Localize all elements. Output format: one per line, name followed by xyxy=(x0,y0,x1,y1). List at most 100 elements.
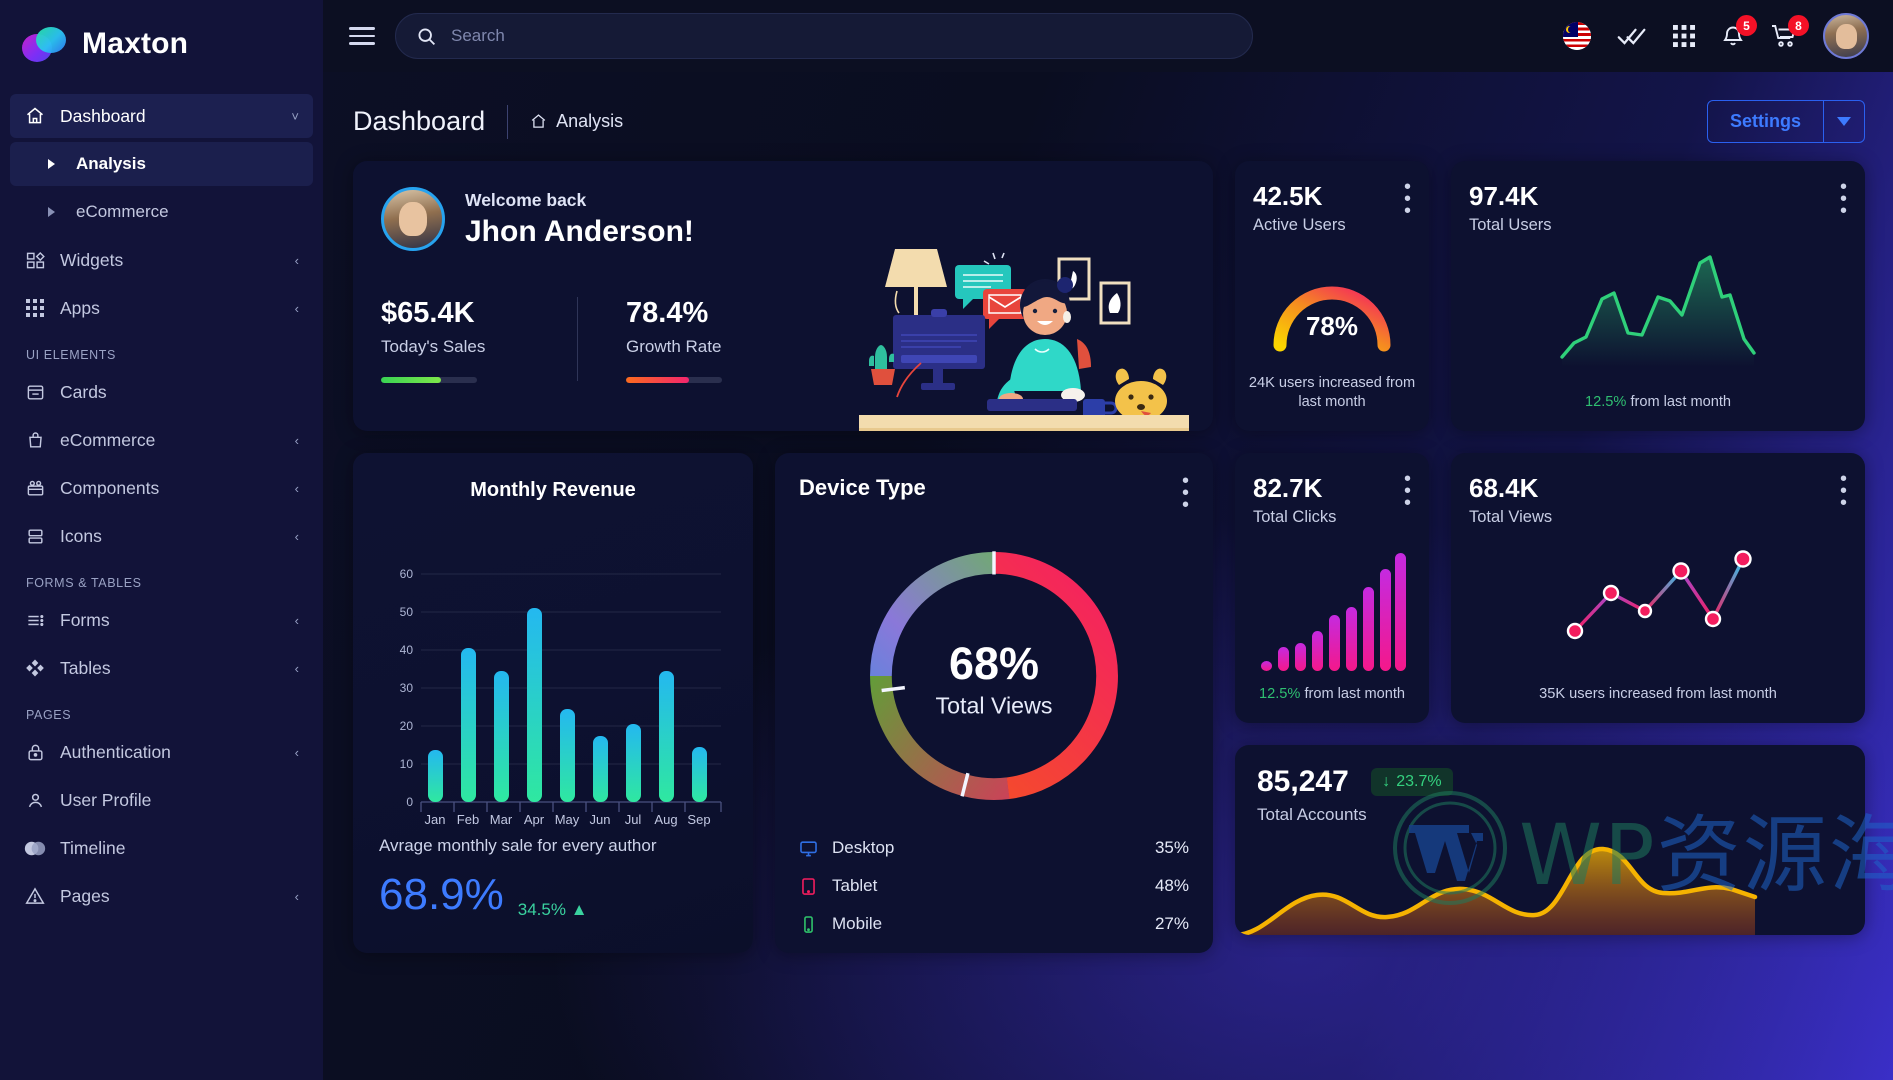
monthly-revenue-card: Monthly Revenue 60 50 40 30 20 10 0 Jan … xyxy=(353,453,753,953)
delta-value: 23.7% xyxy=(1396,773,1442,790)
revenue-delta: 34.5% ▲ xyxy=(517,900,588,919)
hamburger-icon[interactable] xyxy=(349,27,375,45)
breadcrumb: Dashboard Analysis Settings xyxy=(323,72,1893,161)
sidebar-item-tables[interactable]: Tables ‹ xyxy=(10,646,313,690)
svg-text:50: 50 xyxy=(400,605,414,619)
stat-value: 42.5K xyxy=(1253,181,1323,211)
chart-title: Device Type xyxy=(799,475,926,500)
sidebar-item-components[interactable]: Components ‹ xyxy=(10,466,313,510)
main-area: 5 8 Dashboard Analysis Settings xyxy=(323,0,1893,1080)
sidebar-item-pages[interactable]: Pages ‹ xyxy=(10,874,313,918)
topbar: 5 8 xyxy=(323,0,1893,72)
chevron-left-icon[interactable]: ‹ xyxy=(295,889,299,904)
more-vertical-icon[interactable]: • • • xyxy=(1404,177,1411,221)
stat-cards-row-2: 82.7K Total Clicks • • • 12.5% from last… xyxy=(1235,453,1865,723)
sidebar-item-label: Icons xyxy=(60,525,102,546)
malaysia-flag-icon[interactable] xyxy=(1563,22,1591,50)
sidebar-item-ecommerce-sub[interactable]: eCommerce xyxy=(10,190,313,234)
more-vertical-icon[interactable]: • • • xyxy=(1182,471,1189,515)
breadcrumb-divider xyxy=(507,104,509,139)
sidebar-item-forms[interactable]: Forms ‹ xyxy=(10,598,313,642)
svg-text:Jul: Jul xyxy=(625,812,642,827)
timeline-circles-icon xyxy=(24,837,46,859)
widgets-icon xyxy=(24,249,46,271)
chevron-left-icon[interactable]: ‹ xyxy=(295,301,299,316)
total-clicks-bar-chart xyxy=(1261,553,1406,671)
chevron-left-icon[interactable]: ‹ xyxy=(295,481,299,496)
revenue-subtitle: Avrage monthly sale for every author xyxy=(379,836,657,855)
svg-text:0: 0 xyxy=(406,795,413,809)
woman-at-desk-illustration-icon xyxy=(859,231,1189,431)
sidebar-item-label: User Profile xyxy=(60,789,152,810)
svg-text:May: May xyxy=(555,812,580,827)
sidebar-item-authentication[interactable]: Authentication ‹ xyxy=(10,730,313,774)
sidebar-item-apps[interactable]: Apps ‹ xyxy=(10,286,313,330)
device-legend: Desktop 35% Tablet 48% Mobile 27% xyxy=(799,829,1189,943)
svg-text:Apr: Apr xyxy=(524,812,545,827)
sidebar-item-label: Widgets xyxy=(60,249,124,270)
brand-name: Maxton xyxy=(82,27,189,60)
caret-right-icon xyxy=(40,201,62,223)
chevron-left-icon[interactable]: ‹ xyxy=(295,433,299,448)
chart-title: Monthly Revenue xyxy=(470,479,636,501)
stat-todays-sales: $65.4K Today's Sales xyxy=(381,297,577,383)
svg-text:Total Views: Total Views xyxy=(936,693,1053,719)
more-vertical-icon[interactable]: • • • xyxy=(1840,177,1847,221)
chevron-left-icon[interactable]: ‹ xyxy=(295,745,299,760)
sidebar-caption-pages: PAGES xyxy=(26,708,72,722)
sidebar-item-timeline[interactable]: Timeline xyxy=(10,826,313,870)
double-check-icon[interactable] xyxy=(1617,25,1647,47)
chart-row: Monthly Revenue 60 50 40 30 20 10 0 Jan … xyxy=(353,453,1213,953)
sidebar-item-ecommerce[interactable]: eCommerce ‹ xyxy=(10,418,313,462)
chevron-left-icon[interactable]: ‹ xyxy=(295,661,299,676)
chevron-left-icon[interactable]: ‹ xyxy=(295,529,299,544)
sidebar: Maxton Dashboard ˅ Analysis eCommerce Wi… xyxy=(0,0,323,1080)
chevron-left-icon[interactable]: ‹ xyxy=(295,613,299,628)
sidebar-item-label: Analysis xyxy=(76,154,146,173)
settings-button[interactable]: Settings xyxy=(1708,101,1823,142)
stat-label: Active Users xyxy=(1253,216,1346,234)
total-views-card: 68.4K Total Views • • • 35K users increa… xyxy=(1451,453,1865,723)
chevron-left-icon[interactable]: ‹ xyxy=(295,253,299,268)
search-bar[interactable] xyxy=(395,13,1253,59)
sidebar-item-icons[interactable]: Icons ‹ xyxy=(10,514,313,558)
stat-label: Total Users xyxy=(1469,216,1552,234)
welcome-greeting: Welcome back xyxy=(465,189,587,210)
sidebar-item-cards[interactable]: Cards xyxy=(10,370,313,414)
sidebar-item-label: Dashboard xyxy=(60,105,146,126)
stat-footer: 12.5% from last month xyxy=(1235,685,1429,705)
sidebar-item-user-profile[interactable]: User Profile xyxy=(10,778,313,822)
stat-value: 68.4K xyxy=(1469,473,1539,503)
shopping-cart-icon[interactable]: 8 xyxy=(1771,15,1809,48)
caret-down-icon[interactable] xyxy=(1823,101,1864,142)
legend-value: 48% xyxy=(1154,876,1189,895)
forms-list-icon xyxy=(24,609,46,631)
stat-footer-rest: from last month xyxy=(1304,686,1406,703)
svg-text:Jan: Jan xyxy=(425,812,446,827)
sidebar-item-dashboard[interactable]: Dashboard ˅ xyxy=(10,94,313,138)
chevron-down-icon[interactable]: ˅ xyxy=(291,109,299,124)
topbar-actions: 5 8 xyxy=(1563,13,1869,59)
stat-growth-rate: 78.4% Growth Rate xyxy=(626,297,822,383)
more-vertical-icon[interactable]: • • • xyxy=(1404,469,1411,513)
avatar[interactable] xyxy=(1823,13,1869,59)
sidebar-caption-ui: UI ELEMENTS xyxy=(26,348,116,362)
bell-icon[interactable]: 5 xyxy=(1721,15,1757,48)
tables-diamond-icon xyxy=(24,657,46,679)
home-icon xyxy=(530,113,547,130)
cloud-blob-logo-icon xyxy=(22,26,68,62)
brand[interactable]: Maxton xyxy=(0,0,323,88)
sidebar-item-widgets[interactable]: Widgets ‹ xyxy=(10,238,313,282)
apps-grid-icon[interactable] xyxy=(1673,25,1695,47)
breadcrumb-current[interactable]: Analysis xyxy=(530,111,623,132)
legend-item-mobile: Mobile 27% xyxy=(799,905,1189,943)
svg-text:78%: 78% xyxy=(1306,311,1358,341)
dashboard-app: Maxton Dashboard ˅ Analysis eCommerce Wi… xyxy=(0,0,1893,1080)
svg-text:20: 20 xyxy=(400,719,414,733)
search-input[interactable] xyxy=(451,26,1232,46)
sidebar-item-analysis[interactable]: Analysis xyxy=(10,142,313,186)
stat-footer: 12.5% from last month xyxy=(1451,393,1865,413)
sidebar-item-label: Cards xyxy=(60,381,107,402)
components-icon xyxy=(24,477,46,499)
more-vertical-icon[interactable]: • • • xyxy=(1840,469,1847,513)
